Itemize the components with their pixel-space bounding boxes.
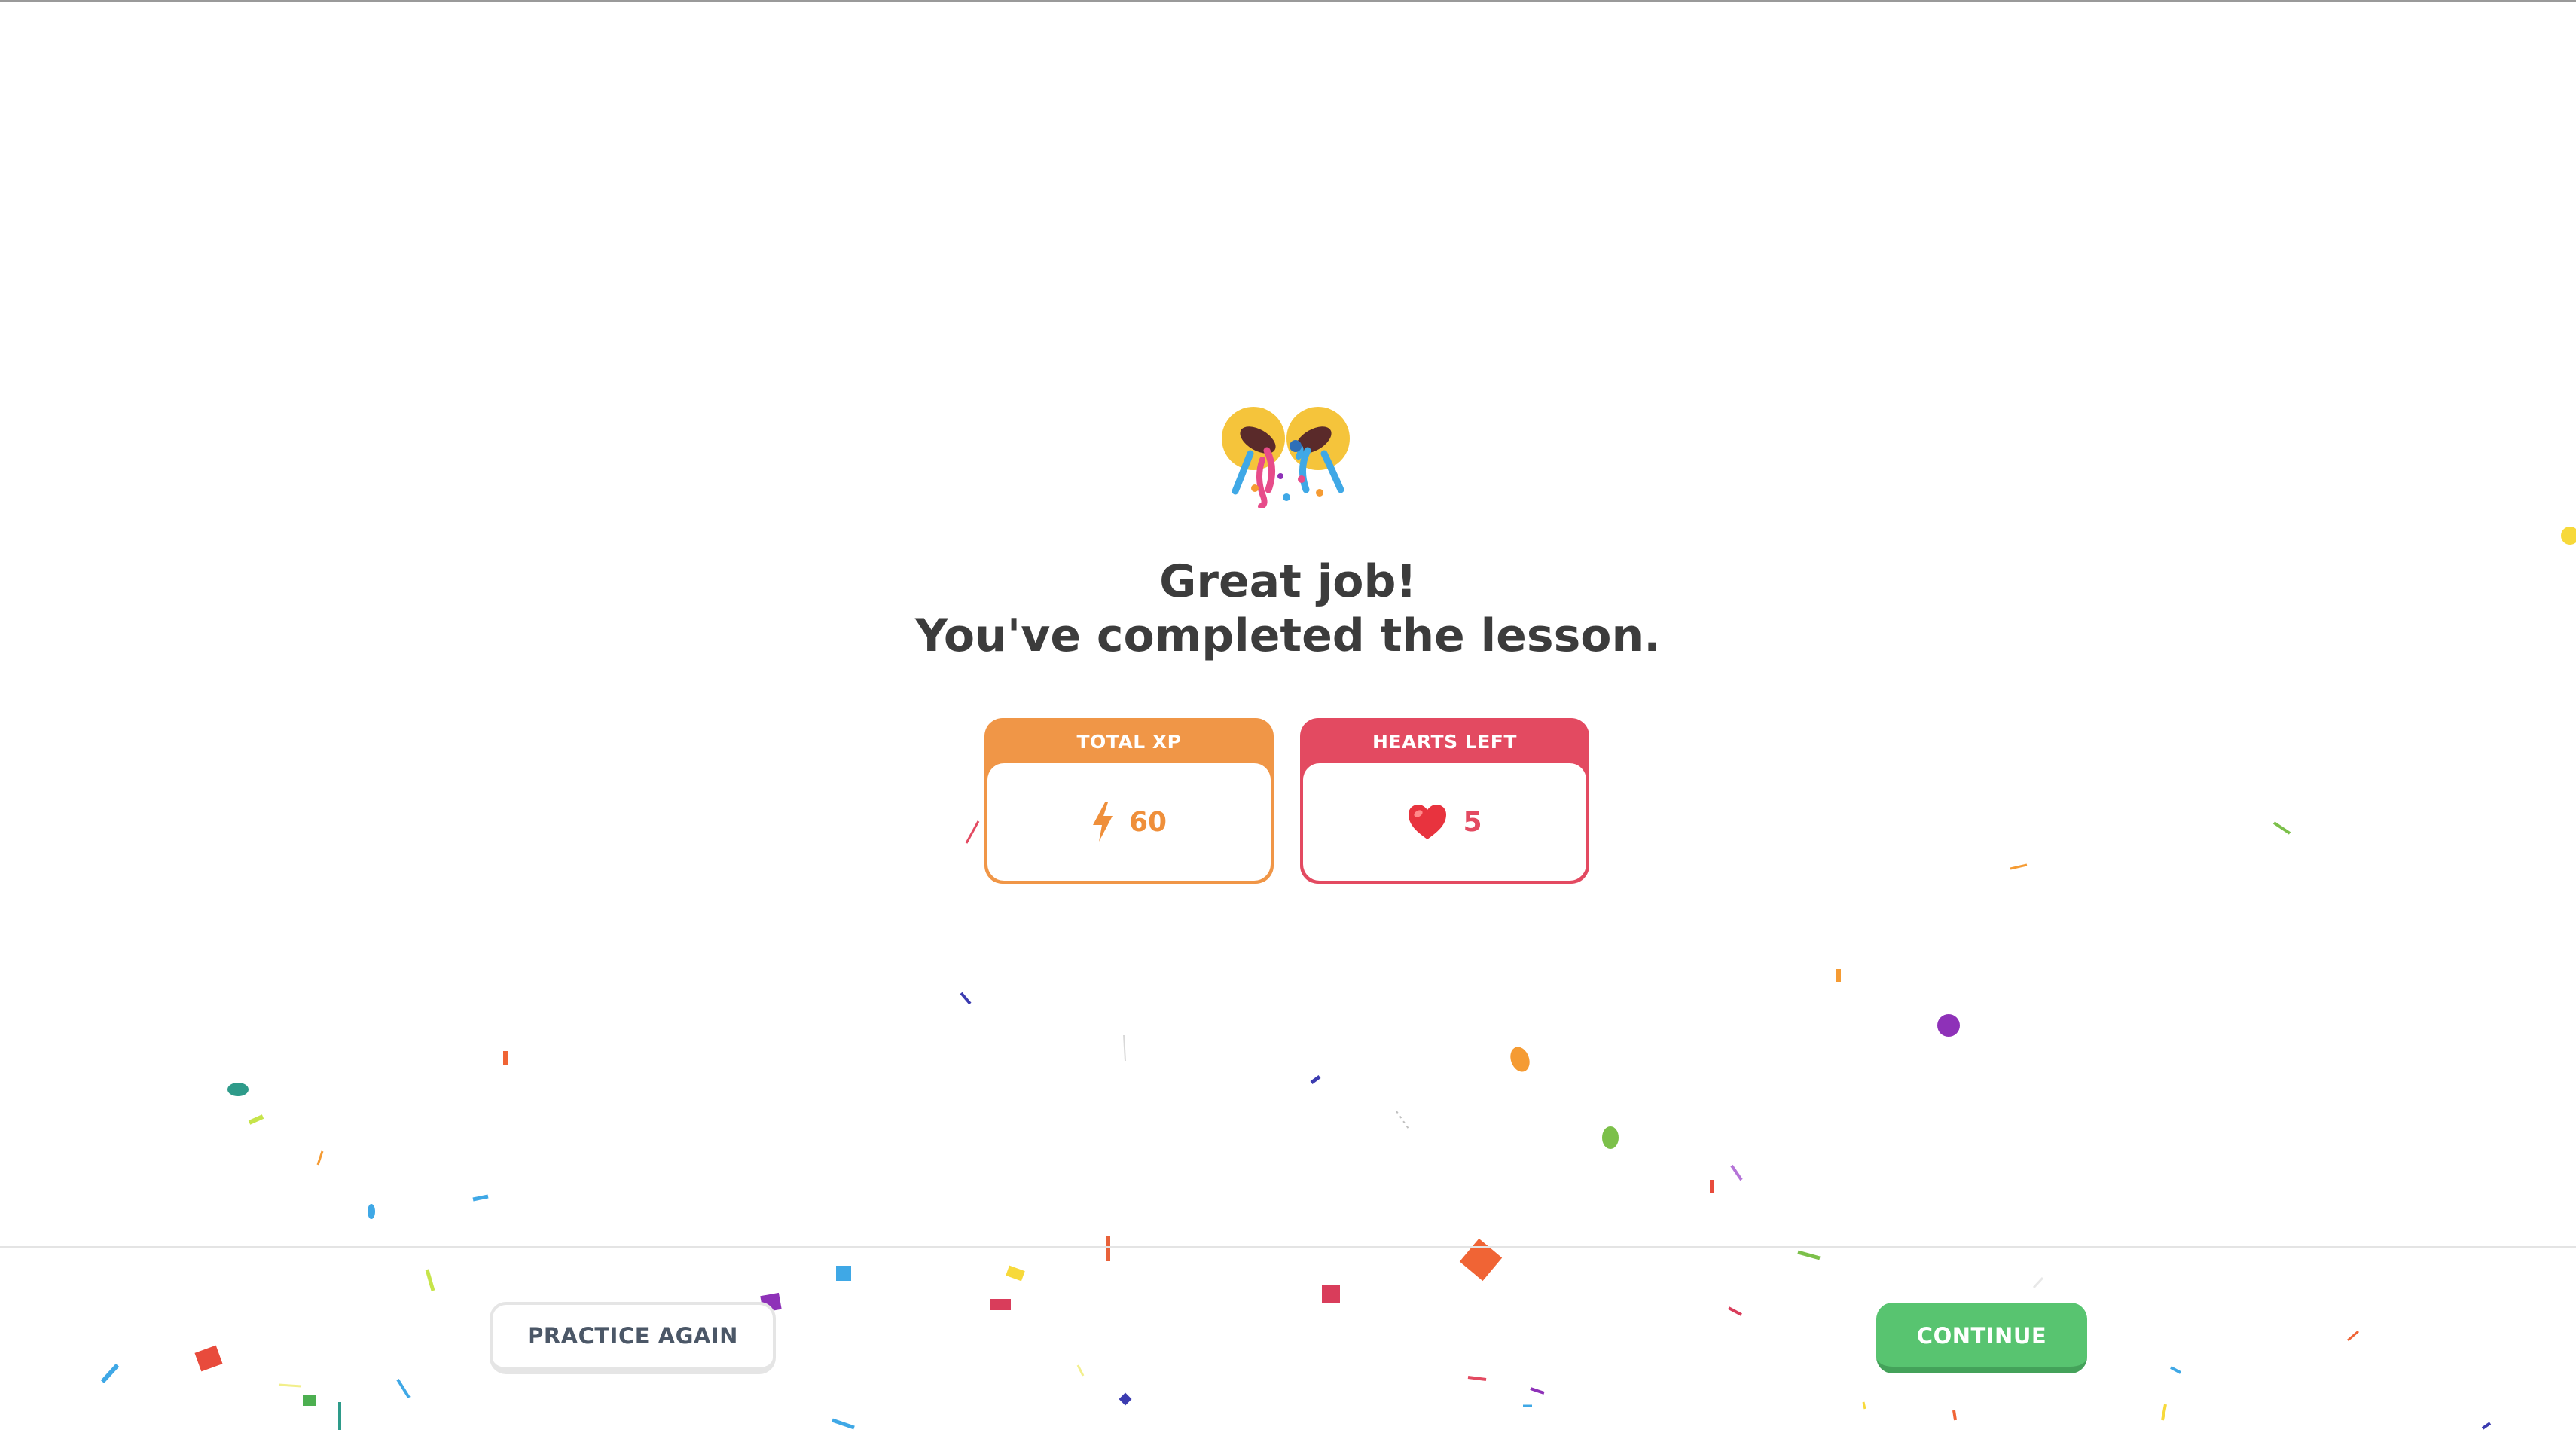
- practice-again-button[interactable]: PRACTICE AGAIN: [490, 1302, 776, 1374]
- footer-divider: [0, 1246, 2576, 1248]
- total-xp-label: TOTAL XP: [1076, 731, 1182, 753]
- continue-button[interactable]: CONTINUE: [1876, 1303, 2087, 1373]
- hearts-left-body: 5: [1303, 763, 1586, 881]
- hearts-left-value: 5: [1463, 806, 1482, 838]
- lesson-complete-title: Great job! You've completed the lesson.: [0, 555, 2576, 663]
- lightning-bolt-icon: [1092, 802, 1113, 842]
- heart-icon: [1409, 805, 1447, 839]
- total-xp-value: 60: [1128, 806, 1167, 838]
- title-line-2: You've completed the lesson.: [914, 610, 1662, 662]
- total-xp-body: 60: [987, 763, 1271, 881]
- title-line-1: Great job!: [1159, 555, 1417, 608]
- hearts-left-label: HEARTS LEFT: [1372, 731, 1517, 753]
- hearts-left-card: HEARTS LEFT 5: [1300, 718, 1589, 884]
- party-popper-emoji-icon: [1222, 407, 1350, 508]
- total-xp-card: TOTAL XP 60: [984, 718, 1274, 884]
- lesson-complete-screen: Great job! You've completed the lesson. …: [0, 0, 2576, 1246]
